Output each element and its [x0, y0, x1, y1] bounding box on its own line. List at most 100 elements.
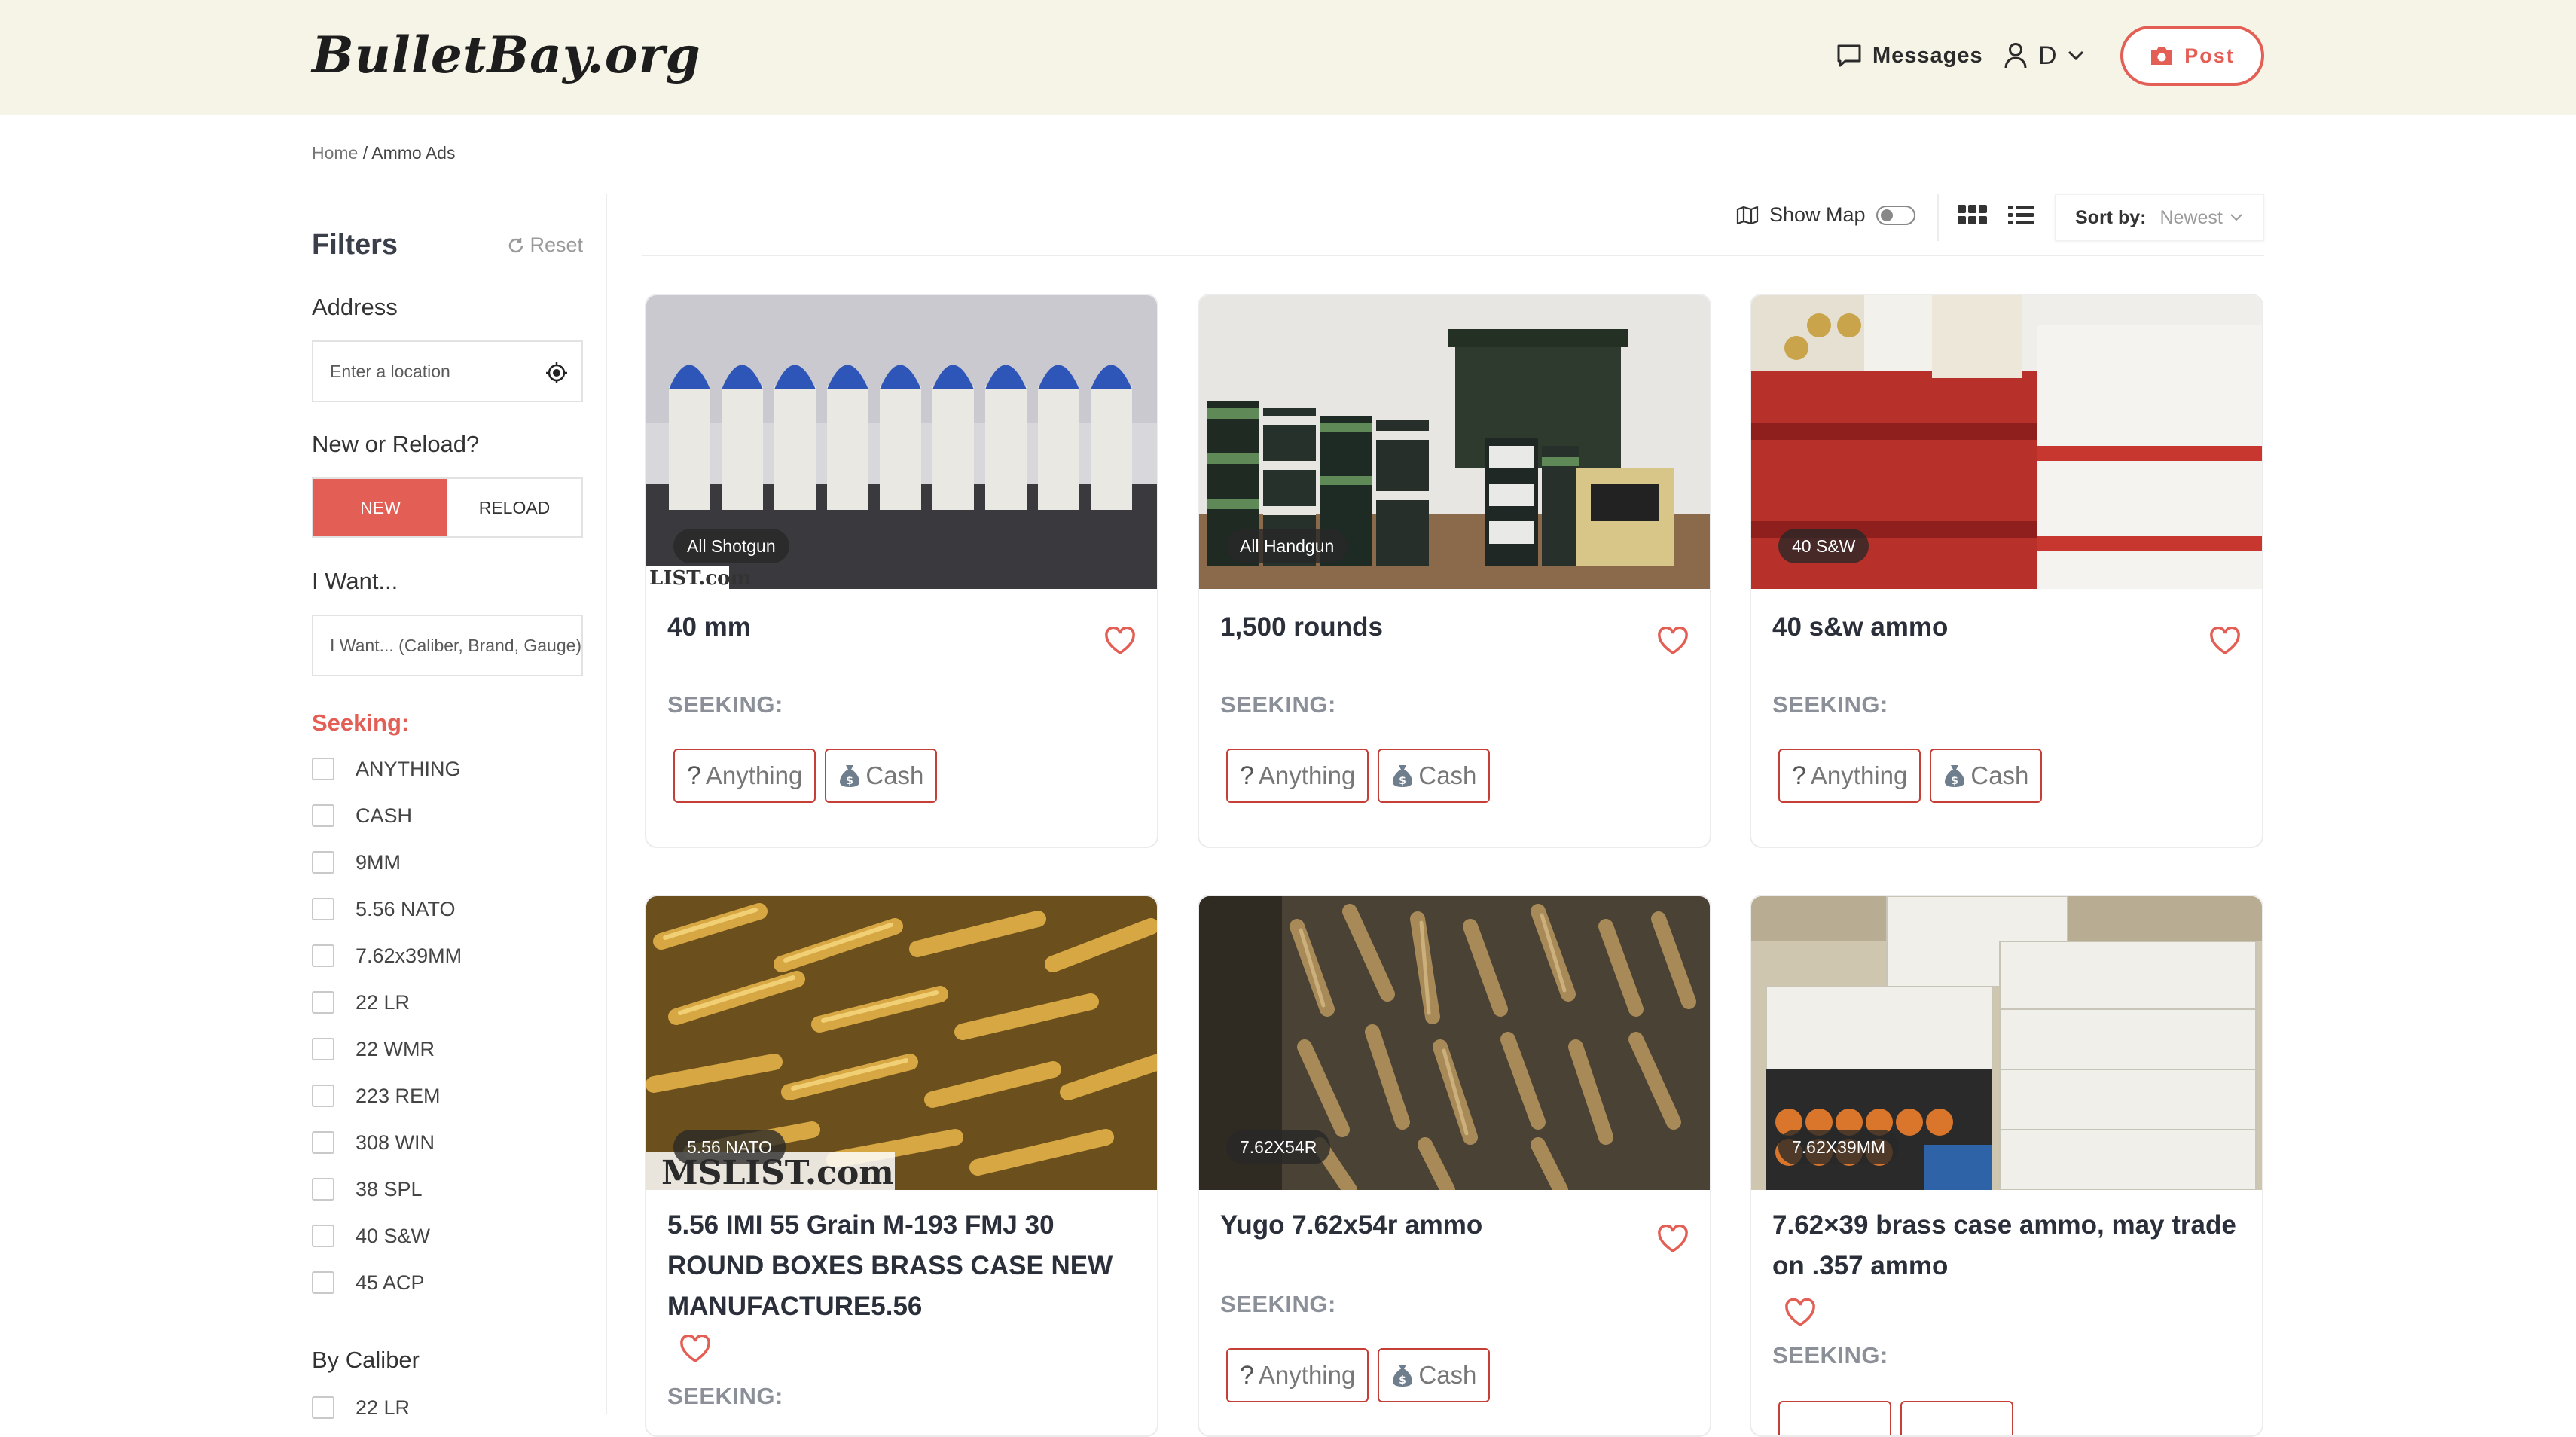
messages-label: Messages [1872, 43, 1983, 68]
svg-text:$: $ [1399, 775, 1406, 787]
money-bag-icon: $ [1945, 765, 1965, 787]
seeking-label: SEEKING: [667, 691, 783, 718]
seeking-option[interactable]: 45 ACP [312, 1259, 462, 1306]
sort-dropdown[interactable]: Sort by: Newest [2055, 194, 2264, 241]
map-switch[interactable] [1876, 205, 1915, 225]
listing-image[interactable]: 7.62X54R [1199, 896, 1710, 1190]
checkbox[interactable] [312, 991, 334, 1014]
new-reload-toggle: NEW RELOAD [312, 477, 583, 538]
seeking-tag[interactable]: $ Cash [1378, 749, 1491, 803]
seeking-option[interactable]: 38 SPL [312, 1166, 462, 1213]
seeking-label: SEEKING: [667, 1383, 783, 1409]
heart-icon[interactable] [679, 1335, 711, 1363]
seeking-tag[interactable]: $ Cash [825, 749, 938, 803]
listing-image[interactable]: 7.62X39MM [1751, 896, 2262, 1190]
listing-image[interactable]: All Handgun [1199, 295, 1710, 589]
question-icon: ? [1240, 761, 1254, 790]
reset-button[interactable]: Reset [507, 233, 583, 257]
checkbox[interactable] [312, 1271, 334, 1294]
address-input[interactable]: Enter a location [312, 340, 583, 402]
seeking-tag[interactable]: $ Cash [1378, 1348, 1491, 1402]
seeking-option[interactable]: 223 REM [312, 1072, 462, 1119]
listing-image[interactable]: MSLIST.com 5.56 NATO [646, 896, 1157, 1190]
seeking-option[interactable]: 40 S&W [312, 1213, 462, 1259]
sidebar-divider [606, 194, 607, 1414]
seeking-option-label: 9MM [356, 850, 401, 874]
reload-option[interactable]: RELOAD [447, 479, 581, 536]
listing-title[interactable]: 5.56 IMI 55 Grain M-193 FMJ 30 ROUND BOX… [667, 1205, 1134, 1327]
listing-card[interactable]: MSLIST.com 5.56 NATO 5.56 IMI 55 Grain M… [645, 895, 1158, 1437]
listing-card[interactable]: 7.62X54R Yugo 7.62x54r ammo SEEKING: ? An… [1198, 895, 1711, 1437]
heart-icon[interactable] [1657, 1225, 1689, 1253]
seeking-tag[interactable] [1900, 1401, 2013, 1435]
seeking-option[interactable]: 7.62x39MM [312, 932, 462, 979]
caliber-option[interactable]: 22 LR [312, 1384, 410, 1431]
category-badge: 7.62X54R [1226, 1130, 1331, 1164]
heart-icon[interactable] [1104, 627, 1136, 655]
chevron-down-icon [2230, 214, 2242, 221]
filters-header: Filters Reset [312, 229, 583, 261]
breadcrumb-home[interactable]: Home [312, 143, 358, 163]
seeking-option[interactable]: ANYTHING [312, 746, 462, 792]
checkbox[interactable] [312, 1178, 334, 1201]
checkbox[interactable] [312, 851, 334, 874]
checkbox[interactable] [312, 898, 334, 920]
category-badge: 40 S&W [1778, 529, 1869, 563]
listing-title[interactable]: Yugo 7.62x54r ammo [1220, 1205, 1642, 1246]
seeking-label: SEEKING: [1772, 1342, 1888, 1368]
chevron-down-icon [2068, 50, 2083, 61]
new-option[interactable]: NEW [313, 479, 447, 536]
heart-icon[interactable] [2209, 627, 2241, 655]
seeking-option[interactable]: 308 WIN [312, 1119, 462, 1166]
listing-card[interactable]: 40 S&W 40 s&w ammo SEEKING: ? Anything $ C… [1750, 294, 2263, 848]
grid-view-icon[interactable] [1958, 203, 1988, 227]
seeking-option-label: 5.56 NATO [356, 897, 456, 920]
category-badge: 5.56 NATO [673, 1130, 786, 1164]
seeking-option[interactable]: 5.56 NATO [312, 886, 462, 932]
seeking-tag[interactable]: ? Anything [1778, 749, 1921, 803]
listing-image[interactable]: LIST.com All Shotgun [646, 295, 1157, 589]
address-placeholder: Enter a location [330, 361, 450, 381]
messages-link[interactable]: Messages [1836, 38, 1983, 74]
show-map-toggle[interactable]: Show Map [1736, 203, 1915, 227]
checkbox[interactable] [312, 1396, 334, 1419]
checkbox[interactable] [312, 758, 334, 780]
listing-card[interactable]: 7.62X39MM 7.62×39 brass case ammo, may t… [1750, 895, 2263, 1437]
checkbox[interactable] [312, 944, 334, 967]
listing-card[interactable]: All Handgun 1,500 rounds SEEKING: ? Anyth… [1198, 294, 1711, 848]
svg-text:$: $ [846, 775, 853, 787]
seeking-tag[interactable] [1778, 1401, 1891, 1435]
seeking-option[interactable]: 22 LR [312, 979, 462, 1026]
seeking-tag[interactable]: ? Anything [1226, 749, 1369, 803]
seeking-option[interactable]: CASH [312, 792, 462, 839]
seeking-option[interactable]: 22 WMR [312, 1026, 462, 1072]
checkbox[interactable] [312, 804, 334, 827]
seeking-tag[interactable]: ? Anything [1226, 1348, 1369, 1402]
checkbox[interactable] [312, 1131, 334, 1154]
seeking-option-label: 308 WIN [356, 1130, 435, 1154]
locate-icon[interactable] [545, 362, 568, 384]
sort-value: Newest [2159, 207, 2242, 229]
checkbox[interactable] [312, 1225, 334, 1247]
checkbox[interactable] [312, 1038, 334, 1060]
list-view-icon[interactable] [2008, 203, 2034, 227]
site-logo[interactable]: BulletBay.org [312, 26, 701, 84]
heart-icon[interactable] [1657, 627, 1689, 655]
listing-title[interactable]: 40 mm [667, 607, 1089, 648]
listing-title[interactable]: 40 s&w ammo [1772, 607, 2194, 648]
listing-title[interactable]: 7.62×39 brass case ammo, may trade on .3… [1772, 1205, 2239, 1286]
checkbox[interactable] [312, 1085, 334, 1107]
seeking-tag[interactable]: $ Cash [1930, 749, 2043, 803]
seeking-option-label: 45 ACP [356, 1271, 425, 1294]
user-menu[interactable]: D [2004, 38, 2084, 74]
seeking-option-label: 40 S&W [356, 1224, 431, 1247]
listing-image[interactable]: 40 S&W [1751, 295, 2262, 589]
seeking-tag[interactable]: ? Anything [673, 749, 816, 803]
seeking-option[interactable]: 9MM [312, 839, 462, 886]
post-button[interactable]: Post [2120, 26, 2264, 86]
heart-icon[interactable] [1784, 1298, 1816, 1327]
breadcrumb: Home / Ammo Ads [312, 143, 455, 163]
listing-title[interactable]: 1,500 rounds [1220, 607, 1642, 648]
iwant-input[interactable]: I Want... (Caliber, Brand, Gauge) [312, 615, 583, 676]
listing-card[interactable]: LIST.com All Shotgun 40 mm SEEKING: ? Any… [645, 294, 1158, 848]
